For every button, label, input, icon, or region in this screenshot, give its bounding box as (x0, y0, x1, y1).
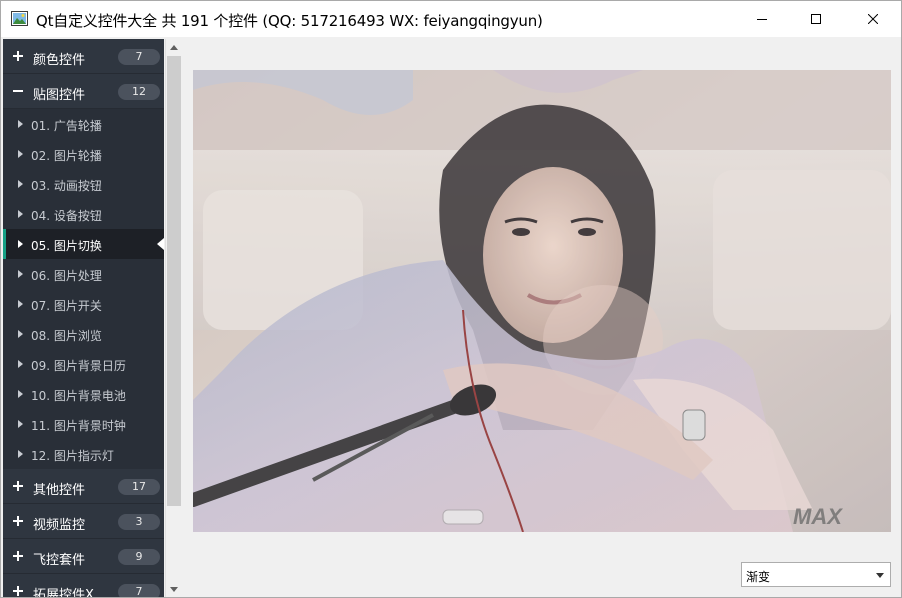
caret-right-icon (18, 150, 23, 158)
nav-group-video[interactable]: 视频监控 3 (3, 504, 164, 539)
nav-item-label: 04. 设备按钮 (31, 209, 102, 223)
nav-group-other[interactable]: 其他控件 17 (3, 469, 164, 504)
nav-item-bg-clock[interactable]: 11. 图片背景时钟 (3, 409, 164, 439)
nav-group-label: 贴图控件 (33, 88, 86, 103)
caret-right-icon (18, 360, 23, 368)
nav-item-bg-battery[interactable]: 10. 图片背景电池 (3, 379, 164, 409)
nav-item-indicator-light[interactable]: 12. 图片指示灯 (3, 439, 164, 469)
nav-group-label: 拓展控件X (33, 588, 94, 598)
nav-scrollbar[interactable] (165, 39, 182, 597)
app-window: Qt自定义控件大全 共 191 个控件 (QQ: 517216493 WX: f… (0, 0, 902, 598)
nav-item-label: 03. 动画按钮 (31, 179, 102, 193)
caret-right-icon (18, 390, 23, 398)
nav-group-label: 颜色控件 (33, 53, 86, 68)
plus-icon (13, 586, 23, 596)
nav-item-label: 09. 图片背景日历 (31, 359, 126, 373)
caret-right-icon (18, 240, 23, 248)
maximize-icon (811, 14, 821, 24)
active-indicator (3, 229, 6, 259)
caret-right-icon (18, 420, 23, 428)
transition-type-select[interactable]: 渐变 (741, 562, 891, 587)
count-badge: 12 (118, 84, 160, 100)
minimize-icon (757, 19, 767, 20)
nav-item-ad-carousel[interactable]: 01. 广告轮播 (3, 109, 164, 139)
count-badge: 7 (118, 584, 160, 597)
close-icon (868, 14, 878, 24)
caret-right-icon (18, 270, 23, 278)
close-button[interactable] (850, 1, 896, 37)
caret-right-icon (18, 300, 23, 308)
scroll-down-button[interactable] (166, 581, 182, 597)
nav-group-color[interactable]: 颜色控件 7 (3, 39, 164, 74)
maximize-button[interactable] (793, 1, 839, 37)
nav-item-label: 01. 广告轮播 (31, 119, 102, 133)
nav-item-image-process[interactable]: 06. 图片处理 (3, 259, 164, 289)
caret-right-icon (18, 210, 23, 218)
chevron-down-icon (876, 573, 884, 578)
count-badge: 7 (118, 49, 160, 65)
nav-group-texture[interactable]: 贴图控件 12 (3, 74, 164, 109)
nav-item-label: 10. 图片背景电池 (31, 389, 126, 403)
count-badge: 17 (118, 479, 160, 495)
plus-icon (13, 516, 23, 526)
nav-item-image-switch[interactable]: 05. 图片切换 (3, 229, 164, 259)
window-title: Qt自定义控件大全 共 191 个控件 (QQ: 517216493 WX: f… (36, 12, 543, 30)
nav-item-label: 02. 图片轮播 (31, 149, 102, 163)
nav-item-label: 08. 图片浏览 (31, 329, 102, 343)
caret-right-icon (18, 450, 23, 458)
nav-item-image-carousel[interactable]: 02. 图片轮播 (3, 139, 164, 169)
count-badge: 3 (118, 514, 160, 530)
watermark-text: MAX (793, 504, 843, 529)
app-image-icon (11, 11, 28, 26)
nav-item-bg-calendar[interactable]: 09. 图片背景日历 (3, 349, 164, 379)
nav-item-animated-button[interactable]: 03. 动画按钮 (3, 169, 164, 199)
arrow-down-icon (170, 586, 178, 592)
crossfade-photo: MAX (193, 70, 891, 532)
scroll-thumb[interactable] (167, 56, 181, 506)
nav-item-label: 07. 图片开关 (31, 299, 102, 313)
nav-group-label: 其他控件 (33, 483, 86, 498)
title-bar[interactable]: Qt自定义控件大全 共 191 个控件 (QQ: 517216493 WX: f… (1, 1, 901, 37)
nav-item-image-browse[interactable]: 08. 图片浏览 (3, 319, 164, 349)
nav-tree: 颜色控件 7 贴图控件 12 01. 广告轮播 02. 图片轮播 03. 动画按… (3, 39, 164, 598)
image-switch-view[interactable]: MAX (193, 70, 891, 532)
nav-group-label: 飞控套件 (33, 553, 86, 568)
nav-item-label: 11. 图片背景时钟 (31, 419, 126, 433)
nav-group-extension[interactable]: 拓展控件X 7 (3, 574, 164, 598)
caret-right-icon (18, 120, 23, 128)
nav-item-device-button[interactable]: 04. 设备按钮 (3, 199, 164, 229)
count-badge: 9 (118, 549, 160, 565)
plus-icon (13, 551, 23, 561)
nav-group-label: 视频监控 (33, 518, 86, 533)
plus-icon (13, 481, 23, 491)
nav-item-label: 12. 图片指示灯 (31, 449, 114, 463)
scroll-up-button[interactable] (166, 39, 182, 55)
nav-item-image-toggle[interactable]: 07. 图片开关 (3, 289, 164, 319)
minimize-button[interactable] (739, 1, 785, 37)
nav-group-flight[interactable]: 飞控套件 9 (3, 539, 164, 574)
plus-icon (13, 51, 23, 61)
caret-right-icon (18, 180, 23, 188)
nav-item-label: 06. 图片处理 (31, 269, 102, 283)
caret-right-icon (18, 330, 23, 338)
nav-item-label: 05. 图片切换 (31, 239, 102, 253)
arrow-up-icon (170, 44, 178, 50)
selection-pointer-icon (157, 238, 164, 250)
select-value: 渐变 (746, 570, 771, 584)
minus-icon (13, 90, 23, 92)
